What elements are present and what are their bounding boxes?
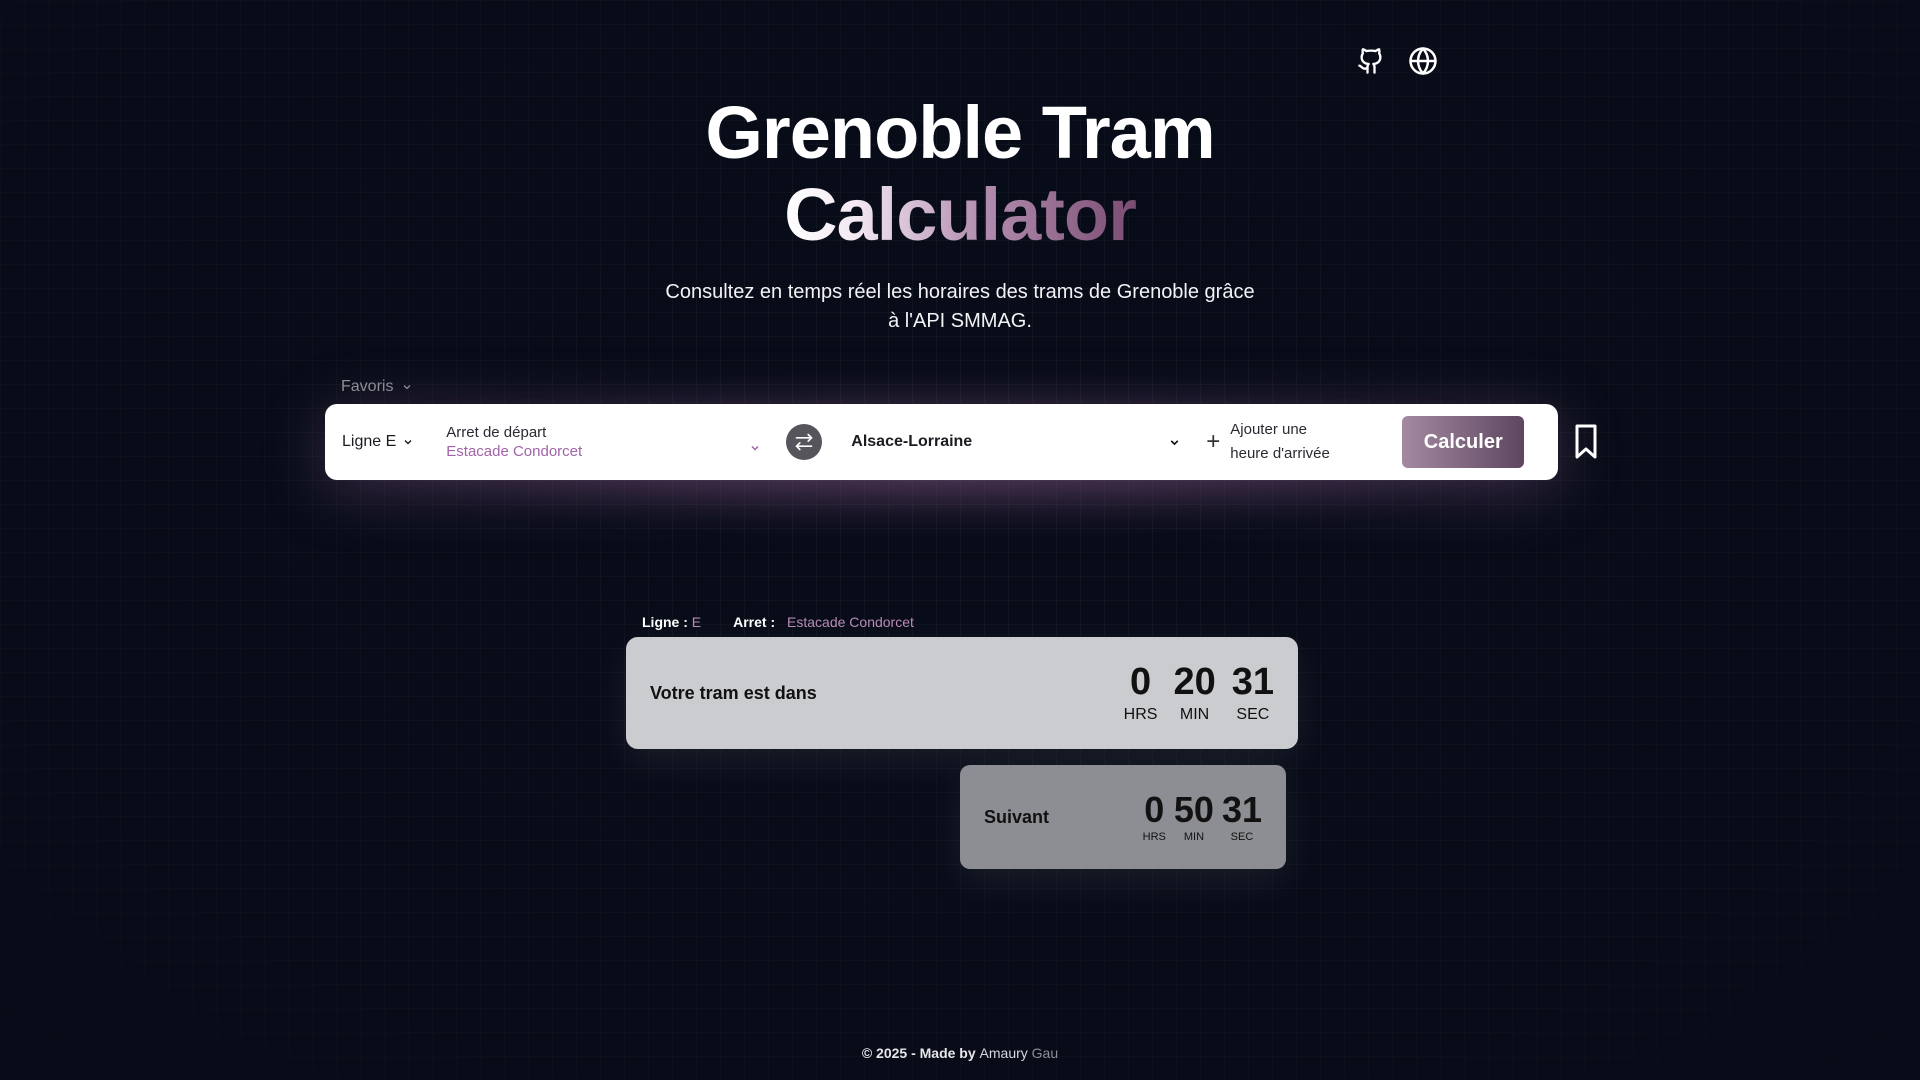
following-countdown-minutes: 50 [1173, 789, 1214, 830]
stop-info-label: Arret : [733, 614, 776, 630]
calculate-button[interactable]: Calculer [1402, 416, 1525, 468]
following-countdown-seconds-unit: SEC [1230, 831, 1254, 843]
following-countdown-minutes-unit: MIN [1183, 831, 1205, 843]
next-tram-label: Votre tram est dans [650, 682, 817, 703]
footer-prefix: © 2025 - Made by [861, 1045, 976, 1061]
search-bar: Ligne E Arret de départ Estacade Condorc… [325, 404, 1558, 480]
arrival-label-line-1: Ajouter une [1230, 421, 1308, 438]
countdown-seconds: 31 [1231, 661, 1274, 703]
footer: © 2025 - Made by Amaury Gau [0, 1045, 1920, 1061]
stop-info: Arret : Estacade Condorcet [733, 614, 914, 630]
add-arrival-time[interactable]: + Ajouter une heure d'arrivée [1206, 418, 1396, 466]
hero: Grenoble Tram Calculator Consultez en te… [0, 92, 1920, 336]
chevron-down-icon [404, 385, 411, 390]
line-info-value: E [691, 614, 702, 630]
chevron-down-icon [404, 439, 412, 445]
countdown-minutes: 20 [1173, 661, 1216, 703]
following-tram-card: Suivant 0 HRS 50 MIN 31 SEC [960, 765, 1286, 869]
trip-info: Ligne : E Arret : Estacade Condorcet [642, 614, 914, 630]
countdown-seconds-unit: SEC [1236, 706, 1270, 723]
following-tram-label: Suivant [984, 806, 1050, 827]
plus-icon: + [1206, 428, 1221, 455]
destination-value: Alsace-Lorraine [851, 433, 973, 450]
swap-icon [795, 433, 813, 451]
swap-stops-button[interactable] [786, 424, 823, 460]
departure-label: Arret de départ [446, 424, 547, 441]
page-subtitle: Consultez en temps réel les horaires des… [665, 281, 1255, 332]
github-icon[interactable] [1354, 44, 1388, 78]
destination-select[interactable]: Alsace-Lorraine [851, 433, 1181, 451]
countdown-hours: 0 [1129, 661, 1152, 703]
chevron-down-icon [1170, 439, 1179, 445]
line-info: Ligne : E [642, 614, 701, 630]
arrival-label-line-2: heure d'arrivée [1230, 445, 1330, 462]
favorites-label: Favoris [341, 378, 394, 395]
bookmark-button[interactable] [1574, 424, 1598, 465]
title-line-1: Grenoble Tram [705, 91, 1215, 174]
next-tram-countdown: 0 HRS 20 MIN 31 SEC [1124, 662, 1274, 724]
page-title: Grenoble Tram Calculator [0, 92, 1920, 256]
stop-info-value: Estacade Condorcet [787, 614, 914, 630]
line-selector[interactable]: Ligne E [342, 433, 414, 451]
countdown-minutes-unit: MIN [1179, 706, 1210, 723]
following-countdown-seconds: 31 [1221, 789, 1262, 830]
favorites-dropdown[interactable]: Favoris [341, 378, 413, 396]
bookmark-icon [1575, 424, 1597, 459]
top-icons [1354, 44, 1440, 78]
author-last-name[interactable]: Gau [1032, 1045, 1058, 1061]
countdown-hours-unit: HRS [1123, 706, 1158, 723]
following-countdown-hours: 0 [1144, 789, 1165, 830]
globe-icon[interactable] [1406, 44, 1440, 78]
title-line-2: Calculator [784, 173, 1137, 256]
author-first-name[interactable]: Amaury [980, 1045, 1028, 1061]
following-tram-countdown: 0 HRS 50 MIN 31 SEC [1142, 789, 1262, 844]
chevron-down-icon [751, 445, 759, 451]
next-tram-card: Votre tram est dans 0 HRS 20 MIN 31 SEC [626, 637, 1298, 749]
line-info-label: Ligne : [642, 614, 688, 630]
line-selector-label: Ligne E [342, 433, 397, 450]
departure-value: Estacade Condorcet [446, 443, 583, 460]
departure-select[interactable]: Arret de départ Estacade Condorcet [446, 424, 761, 460]
following-countdown-hours-unit: HRS [1142, 831, 1166, 843]
